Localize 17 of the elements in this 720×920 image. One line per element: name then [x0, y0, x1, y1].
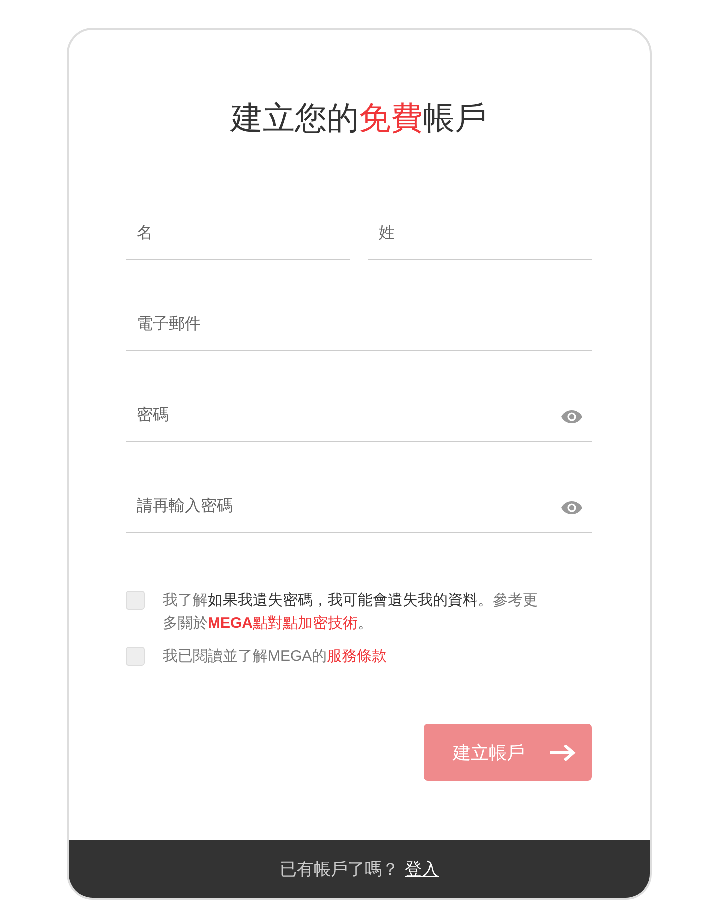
- eye-icon: [561, 501, 583, 515]
- checkbox[interactable]: [126, 591, 145, 610]
- eye-icon: [561, 410, 583, 424]
- arrow-right-icon: [550, 744, 576, 760]
- text-link[interactable]: 服務條款: [327, 648, 388, 665]
- input-field[interactable]: 電子郵件: [126, 302, 592, 351]
- show-password-button[interactable]: [561, 410, 583, 424]
- checkbox[interactable]: [126, 647, 145, 666]
- login-link[interactable]: 登入: [405, 858, 439, 880]
- login-prompt: 已有帳戶了嗎？: [280, 858, 399, 880]
- text-link[interactable]: MEGA點對點加密技術: [208, 615, 358, 632]
- input-field[interactable]: 姓: [368, 211, 592, 260]
- show-password-button[interactable]: [561, 501, 583, 515]
- input-field[interactable]: 名: [126, 211, 350, 260]
- agreement-text: 我了解如果我遺失密碼，我可能會遺失我的資料。參考更多關於MEGA點對點加密技術。: [163, 591, 539, 634]
- page-title: 建立您的免費帳戶: [231, 99, 487, 138]
- agreement-text: 我已閱讀並了解MEGA的服務條款: [163, 647, 388, 667]
